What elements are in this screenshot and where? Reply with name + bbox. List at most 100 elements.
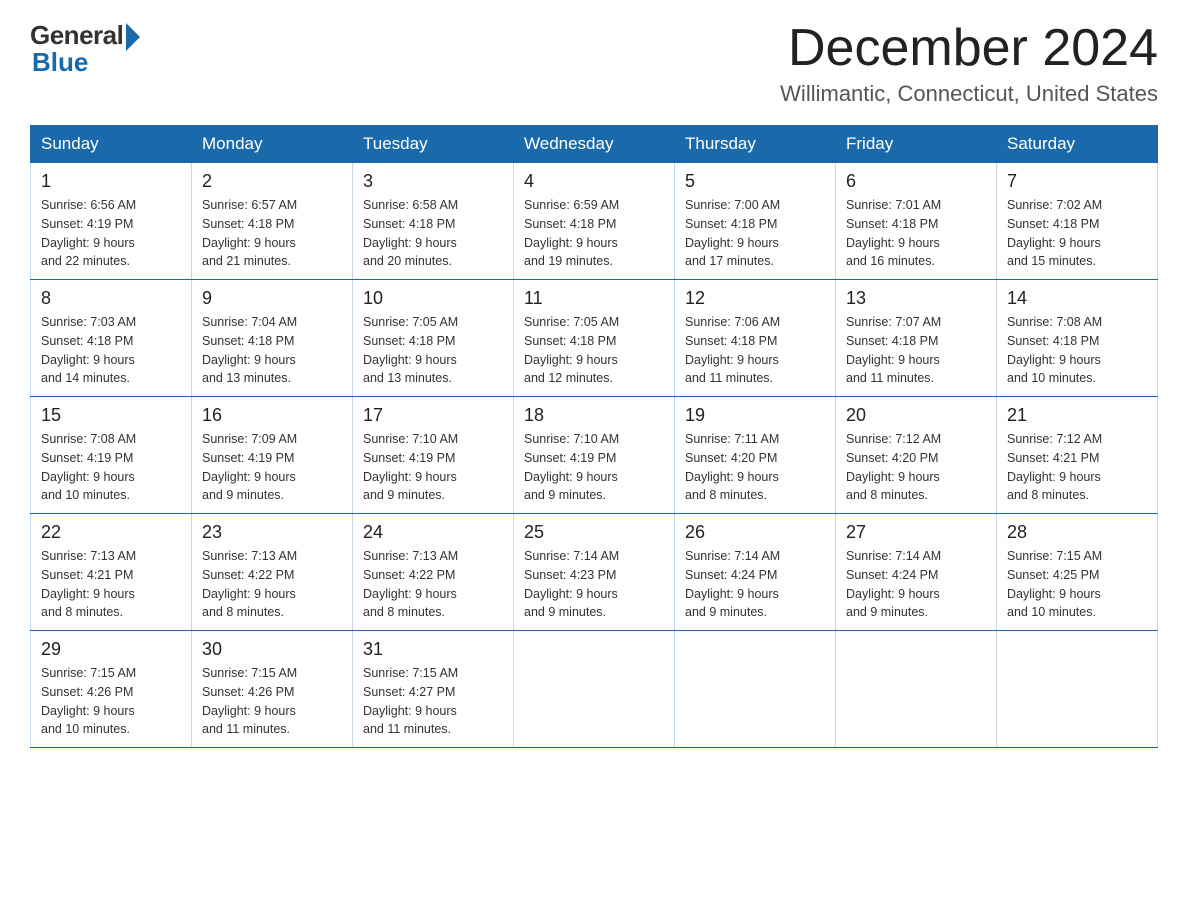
day-info: Sunrise: 7:02 AMSunset: 4:18 PMDaylight:… <box>1007 198 1102 268</box>
table-row: 25 Sunrise: 7:14 AMSunset: 4:23 PMDaylig… <box>514 514 675 631</box>
day-info: Sunrise: 7:03 AMSunset: 4:18 PMDaylight:… <box>41 315 136 385</box>
table-row: 4 Sunrise: 6:59 AMSunset: 4:18 PMDayligh… <box>514 163 675 280</box>
table-row: 26 Sunrise: 7:14 AMSunset: 4:24 PMDaylig… <box>675 514 836 631</box>
calendar-week-row: 22 Sunrise: 7:13 AMSunset: 4:21 PMDaylig… <box>31 514 1158 631</box>
day-info: Sunrise: 6:57 AMSunset: 4:18 PMDaylight:… <box>202 198 297 268</box>
day-number: 8 <box>41 288 181 309</box>
header-sunday: Sunday <box>31 126 192 163</box>
table-row: 17 Sunrise: 7:10 AMSunset: 4:19 PMDaylig… <box>353 397 514 514</box>
day-info: Sunrise: 7:10 AMSunset: 4:19 PMDaylight:… <box>524 432 619 502</box>
day-info: Sunrise: 7:13 AMSunset: 4:22 PMDaylight:… <box>363 549 458 619</box>
logo-arrow-icon <box>126 23 140 51</box>
table-row: 24 Sunrise: 7:13 AMSunset: 4:22 PMDaylig… <box>353 514 514 631</box>
page-header: General Blue December 2024 Willimantic, … <box>30 20 1158 107</box>
table-row: 1 Sunrise: 6:56 AMSunset: 4:19 PMDayligh… <box>31 163 192 280</box>
header-saturday: Saturday <box>997 126 1158 163</box>
day-info: Sunrise: 7:05 AMSunset: 4:18 PMDaylight:… <box>363 315 458 385</box>
day-info: Sunrise: 7:00 AMSunset: 4:18 PMDaylight:… <box>685 198 780 268</box>
day-info: Sunrise: 7:14 AMSunset: 4:24 PMDaylight:… <box>846 549 941 619</box>
day-info: Sunrise: 7:15 AMSunset: 4:27 PMDaylight:… <box>363 666 458 736</box>
day-number: 18 <box>524 405 664 426</box>
table-row <box>514 631 675 748</box>
table-row: 22 Sunrise: 7:13 AMSunset: 4:21 PMDaylig… <box>31 514 192 631</box>
table-row: 11 Sunrise: 7:05 AMSunset: 4:18 PMDaylig… <box>514 280 675 397</box>
day-number: 17 <box>363 405 503 426</box>
header-friday: Friday <box>836 126 997 163</box>
day-info: Sunrise: 7:15 AMSunset: 4:26 PMDaylight:… <box>41 666 136 736</box>
table-row: 19 Sunrise: 7:11 AMSunset: 4:20 PMDaylig… <box>675 397 836 514</box>
day-number: 23 <box>202 522 342 543</box>
month-year-title: December 2024 <box>780 20 1158 77</box>
day-number: 19 <box>685 405 825 426</box>
table-row: 28 Sunrise: 7:15 AMSunset: 4:25 PMDaylig… <box>997 514 1158 631</box>
table-row: 13 Sunrise: 7:07 AMSunset: 4:18 PMDaylig… <box>836 280 997 397</box>
day-number: 28 <box>1007 522 1147 543</box>
day-number: 22 <box>41 522 181 543</box>
table-row: 5 Sunrise: 7:00 AMSunset: 4:18 PMDayligh… <box>675 163 836 280</box>
day-number: 1 <box>41 171 181 192</box>
logo-blue-text: Blue <box>32 47 88 78</box>
table-row: 14 Sunrise: 7:08 AMSunset: 4:18 PMDaylig… <box>997 280 1158 397</box>
table-row: 15 Sunrise: 7:08 AMSunset: 4:19 PMDaylig… <box>31 397 192 514</box>
day-number: 25 <box>524 522 664 543</box>
table-row: 7 Sunrise: 7:02 AMSunset: 4:18 PMDayligh… <box>997 163 1158 280</box>
table-row: 2 Sunrise: 6:57 AMSunset: 4:18 PMDayligh… <box>192 163 353 280</box>
day-number: 16 <box>202 405 342 426</box>
day-info: Sunrise: 6:58 AMSunset: 4:18 PMDaylight:… <box>363 198 458 268</box>
day-number: 5 <box>685 171 825 192</box>
table-row: 3 Sunrise: 6:58 AMSunset: 4:18 PMDayligh… <box>353 163 514 280</box>
day-number: 11 <box>524 288 664 309</box>
day-info: Sunrise: 7:08 AMSunset: 4:19 PMDaylight:… <box>41 432 136 502</box>
day-number: 3 <box>363 171 503 192</box>
table-row: 21 Sunrise: 7:12 AMSunset: 4:21 PMDaylig… <box>997 397 1158 514</box>
day-info: Sunrise: 7:12 AMSunset: 4:21 PMDaylight:… <box>1007 432 1102 502</box>
table-row: 12 Sunrise: 7:06 AMSunset: 4:18 PMDaylig… <box>675 280 836 397</box>
day-info: Sunrise: 7:11 AMSunset: 4:20 PMDaylight:… <box>685 432 779 502</box>
weekday-header-row: Sunday Monday Tuesday Wednesday Thursday… <box>31 126 1158 163</box>
day-number: 6 <box>846 171 986 192</box>
table-row: 23 Sunrise: 7:13 AMSunset: 4:22 PMDaylig… <box>192 514 353 631</box>
day-number: 4 <box>524 171 664 192</box>
day-info: Sunrise: 7:06 AMSunset: 4:18 PMDaylight:… <box>685 315 780 385</box>
calendar-table: Sunday Monday Tuesday Wednesday Thursday… <box>30 125 1158 748</box>
day-info: Sunrise: 6:56 AMSunset: 4:19 PMDaylight:… <box>41 198 136 268</box>
header-monday: Monday <box>192 126 353 163</box>
day-number: 7 <box>1007 171 1147 192</box>
calendar-week-row: 1 Sunrise: 6:56 AMSunset: 4:19 PMDayligh… <box>31 163 1158 280</box>
table-row <box>675 631 836 748</box>
table-row: 16 Sunrise: 7:09 AMSunset: 4:19 PMDaylig… <box>192 397 353 514</box>
calendar-week-row: 15 Sunrise: 7:08 AMSunset: 4:19 PMDaylig… <box>31 397 1158 514</box>
day-info: Sunrise: 6:59 AMSunset: 4:18 PMDaylight:… <box>524 198 619 268</box>
logo: General Blue <box>30 20 140 78</box>
day-info: Sunrise: 7:13 AMSunset: 4:21 PMDaylight:… <box>41 549 136 619</box>
day-number: 15 <box>41 405 181 426</box>
day-info: Sunrise: 7:01 AMSunset: 4:18 PMDaylight:… <box>846 198 941 268</box>
day-number: 29 <box>41 639 181 660</box>
day-info: Sunrise: 7:09 AMSunset: 4:19 PMDaylight:… <box>202 432 297 502</box>
day-info: Sunrise: 7:05 AMSunset: 4:18 PMDaylight:… <box>524 315 619 385</box>
table-row: 8 Sunrise: 7:03 AMSunset: 4:18 PMDayligh… <box>31 280 192 397</box>
day-number: 10 <box>363 288 503 309</box>
day-info: Sunrise: 7:12 AMSunset: 4:20 PMDaylight:… <box>846 432 941 502</box>
day-number: 2 <box>202 171 342 192</box>
day-info: Sunrise: 7:08 AMSunset: 4:18 PMDaylight:… <box>1007 315 1102 385</box>
day-info: Sunrise: 7:10 AMSunset: 4:19 PMDaylight:… <box>363 432 458 502</box>
day-info: Sunrise: 7:04 AMSunset: 4:18 PMDaylight:… <box>202 315 297 385</box>
day-info: Sunrise: 7:14 AMSunset: 4:23 PMDaylight:… <box>524 549 619 619</box>
calendar-week-row: 8 Sunrise: 7:03 AMSunset: 4:18 PMDayligh… <box>31 280 1158 397</box>
day-info: Sunrise: 7:15 AMSunset: 4:25 PMDaylight:… <box>1007 549 1102 619</box>
header-thursday: Thursday <box>675 126 836 163</box>
day-info: Sunrise: 7:14 AMSunset: 4:24 PMDaylight:… <box>685 549 780 619</box>
day-number: 30 <box>202 639 342 660</box>
table-row: 31 Sunrise: 7:15 AMSunset: 4:27 PMDaylig… <box>353 631 514 748</box>
location-subtitle: Willimantic, Connecticut, United States <box>780 81 1158 107</box>
day-number: 26 <box>685 522 825 543</box>
day-number: 31 <box>363 639 503 660</box>
table-row: 30 Sunrise: 7:15 AMSunset: 4:26 PMDaylig… <box>192 631 353 748</box>
day-number: 21 <box>1007 405 1147 426</box>
table-row <box>997 631 1158 748</box>
day-number: 24 <box>363 522 503 543</box>
day-number: 12 <box>685 288 825 309</box>
day-number: 14 <box>1007 288 1147 309</box>
table-row: 10 Sunrise: 7:05 AMSunset: 4:18 PMDaylig… <box>353 280 514 397</box>
